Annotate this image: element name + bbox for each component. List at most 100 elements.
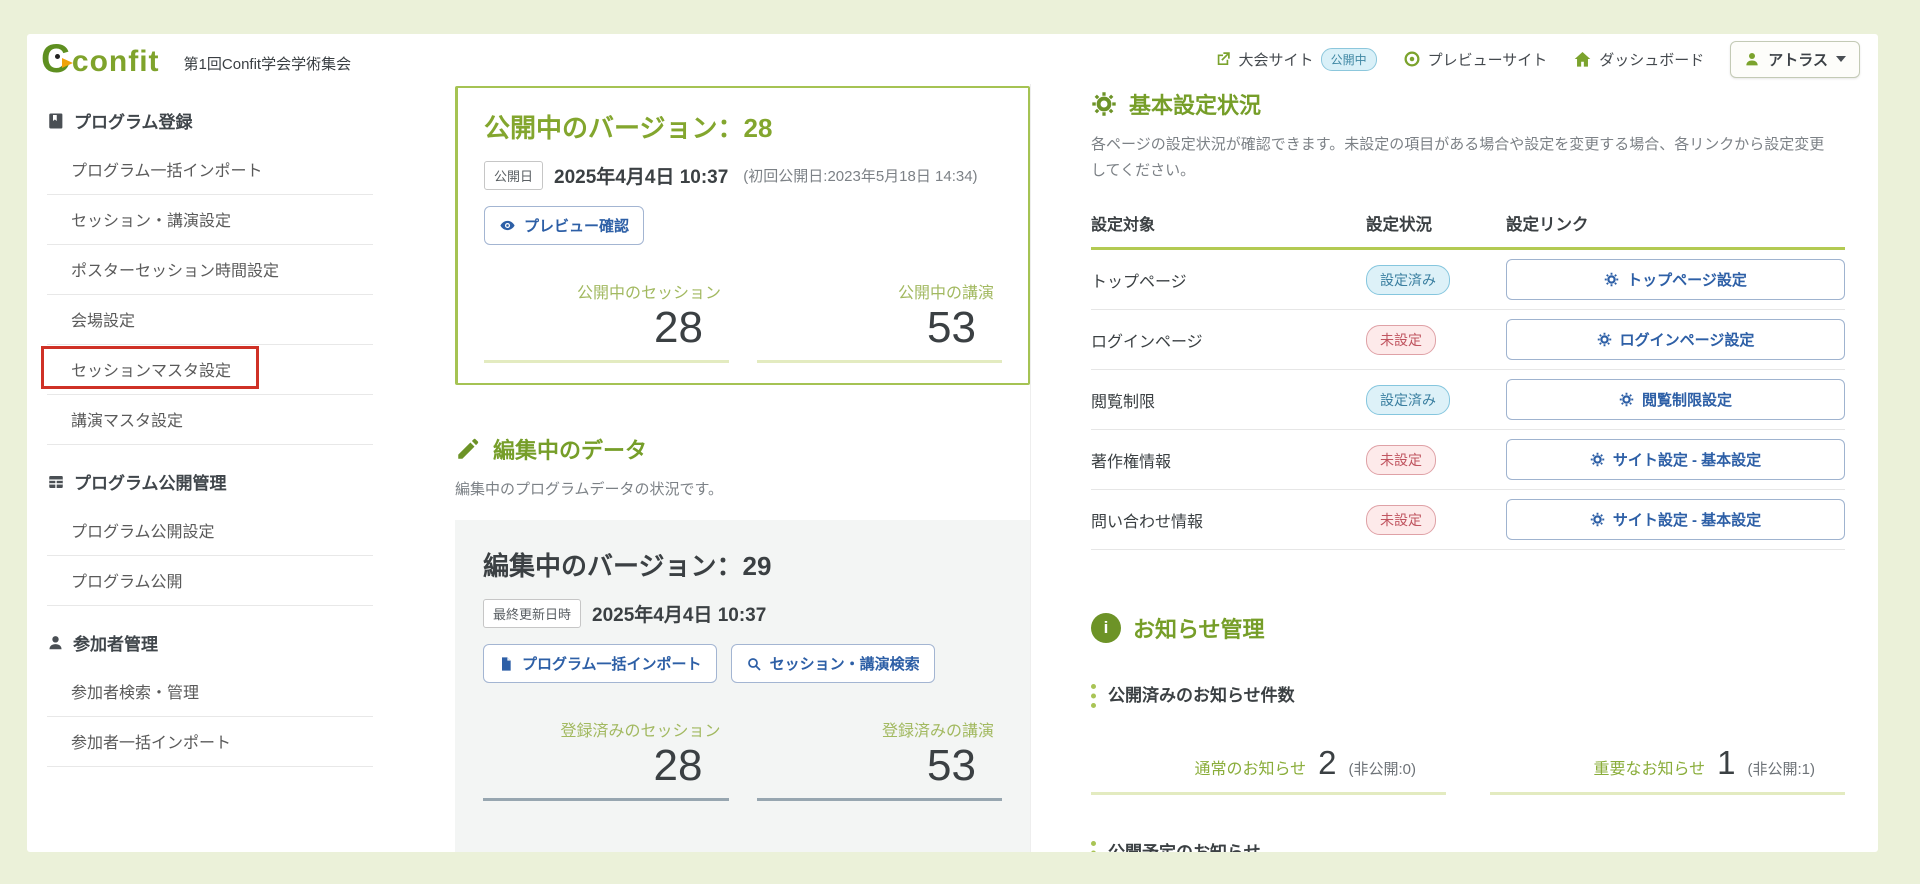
sidebar-section-label: プログラム公開管理 xyxy=(74,474,227,493)
sidebar-item-participant-search[interactable]: 参加者検索・管理 xyxy=(47,667,373,717)
sidebar-item-label: プログラム公開 xyxy=(71,574,183,591)
event-title: 第1回Confit学会学術集会 xyxy=(183,55,352,73)
sidebar-item-participant-bulk-import[interactable]: 参加者一括インポート xyxy=(47,717,373,767)
sidebar-section-title-participants: 参加者管理 xyxy=(47,620,373,667)
user-icon xyxy=(49,636,62,650)
settings-column: 基本設定状況 各ページの設定状況が確認できます。未設定の項目がある場合や設定を変… xyxy=(1030,84,1845,852)
search-icon xyxy=(747,657,761,671)
sidebar-item-venue-settings[interactable]: 会場設定 xyxy=(47,295,373,345)
sidebar-item-session-lecture-settings[interactable]: セッション・講演設定 xyxy=(47,195,373,245)
published-stats: 公開中のセッション 28 公開中の講演 53 xyxy=(484,279,1002,363)
view-restriction-settings-button[interactable]: 閲覧制限設定 xyxy=(1506,379,1845,420)
info-icon: i xyxy=(1091,613,1121,643)
sidebar-item-program-bulk-import[interactable]: プログラム一括インポート xyxy=(47,145,373,195)
conference-site-link[interactable]: 大会サイト 公開中 xyxy=(1214,47,1377,71)
sidebar: プログラム登録 プログラム一括インポート セッション・講演設定 ポスターセッショ… xyxy=(27,82,399,852)
sidebar-section-program-publishing: プログラム公開管理 プログラム公開設定 プログラム公開 xyxy=(47,459,373,606)
preview-site-label: プレビューサイト xyxy=(1427,51,1548,69)
preview-confirm-label: プレビュー確認 xyxy=(524,218,630,235)
session-lecture-search-button[interactable]: セッション・講演検索 xyxy=(730,644,935,684)
account-label: アトラス xyxy=(1768,51,1828,69)
basic-settings-description: 各ページの設定状況が確認できます。未設定の項目がある場合や設定を変更する場合、各… xyxy=(1091,136,1825,179)
sidebar-item-poster-session-time[interactable]: ポスターセッション時間設定 xyxy=(47,245,373,295)
top-page-settings-button[interactable]: トップページ設定 xyxy=(1506,259,1845,300)
important-notices-stat: 重要なお知らせ 1 (非公開:1) xyxy=(1490,744,1845,795)
status-badge-done: 設定済み xyxy=(1366,264,1450,295)
status-badge-done: 設定済み xyxy=(1366,384,1450,415)
status-badge-not-set: 未設定 xyxy=(1366,324,1436,355)
editing-stats: 登録済みのセッション 28 登録済みの講演 53 xyxy=(483,717,1002,801)
sidebar-item-program-publish-settings[interactable]: プログラム公開設定 xyxy=(47,506,373,556)
preview-confirm-button[interactable]: プレビュー確認 xyxy=(484,206,645,245)
notice-stat-note: (非公開:0) xyxy=(1348,760,1416,778)
published-lectures-stat: 公開中の講演 53 xyxy=(757,279,1002,363)
site-basic-settings-button[interactable]: サイト設定 - 基本設定 xyxy=(1506,499,1845,540)
setting-link-label: トップページ設定 xyxy=(1627,272,1747,289)
stat-value: 53 xyxy=(927,741,976,791)
sidebar-item-label: プログラム公開設定 xyxy=(71,524,215,541)
published-notices-heading: 公開済みのお知らせ件数 xyxy=(1091,684,1845,708)
gear-icon xyxy=(1092,92,1116,116)
logo-eye-dot xyxy=(55,54,60,59)
account-menu-button[interactable]: アトラス xyxy=(1730,40,1860,78)
dashboard-link[interactable]: ダッシュボード xyxy=(1573,49,1704,70)
notice-stat-label: 重要なお知らせ xyxy=(1593,760,1706,778)
status-badge-not-set: 未設定 xyxy=(1366,444,1436,475)
sidebar-section-title-program-publishing: プログラム公開管理 xyxy=(47,459,373,506)
sidebar-section-label: 参加者管理 xyxy=(73,635,158,654)
sidebar-item-lecture-master-settings[interactable]: 講演マスタ設定 xyxy=(47,395,373,445)
column-setting-link: 設定リンク xyxy=(1506,216,1589,234)
external-link-icon xyxy=(1217,52,1230,65)
sidebar-item-label: セッション・講演設定 xyxy=(71,213,232,230)
setting-target: 著作権情報 xyxy=(1091,453,1172,471)
scheduled-notices-heading: 公開予定のお知らせ xyxy=(1091,840,1845,852)
app-window: C confit 第1回Confit学会学術集会 大会サイト 公開中 プレビュー… xyxy=(27,34,1878,852)
program-bulk-import-button[interactable]: プログラム一括インポート xyxy=(483,644,717,684)
setting-target: 問い合わせ情報 xyxy=(1091,513,1204,531)
basic-settings-section-label: 基本設定状況 xyxy=(1129,93,1262,118)
table-row-view-restriction: 閲覧制限 設定済み 閲覧制限設定 xyxy=(1091,370,1845,430)
editing-actions-row: プログラム一括インポート セッション・講演検索 xyxy=(483,628,1002,684)
status-badge-not-set: 未設定 xyxy=(1366,504,1436,535)
dashboard-label: ダッシュボード xyxy=(1599,51,1705,69)
sidebar-item-session-master-settings[interactable]: セッションマスタ設定 xyxy=(41,345,373,395)
logo-text: confit xyxy=(71,45,160,78)
editing-data-section-header: 編集中のデータ xyxy=(455,433,1030,465)
pencil-icon xyxy=(458,438,479,459)
normal-notices-stat: 通常のお知らせ 2 (非公開:0) xyxy=(1091,744,1446,795)
gear-icon xyxy=(1590,512,1605,527)
registered-lectures-stat: 登録済みの講演 53 xyxy=(756,717,1002,801)
sidebar-item-label: 講演マスタ設定 xyxy=(71,413,184,430)
login-page-settings-button[interactable]: ログインページ設定 xyxy=(1506,319,1845,360)
eye-icon xyxy=(500,220,515,231)
sidebar-item-label: 参加者検索・管理 xyxy=(71,685,200,702)
setting-link-label: 閲覧制限設定 xyxy=(1641,392,1732,409)
sidebar-item-label: セッションマスタ設定 xyxy=(71,363,232,380)
gear-icon xyxy=(1590,452,1605,467)
gear-icon xyxy=(1604,272,1619,287)
notice-stat-note: (非公開:1) xyxy=(1747,760,1815,778)
sidebar-item-program-publish[interactable]: プログラム公開 xyxy=(47,556,373,606)
table-icon xyxy=(49,475,63,488)
setting-target: トップページ xyxy=(1091,273,1187,291)
publish-date-row: 公開日 2025年4月4日 10:37 (初回公開日:2023年5月18日 14… xyxy=(484,161,1002,190)
notices-section-header: i お知らせ管理 xyxy=(1091,612,1845,644)
settings-status-table: 設定対象 設定状況 設定リンク トップページ 設定済み トップページ設定 ログイ… xyxy=(1091,211,1845,550)
confit-logo[interactable]: C confit xyxy=(41,39,160,79)
site-basic-settings-button[interactable]: サイト設定 - 基本設定 xyxy=(1506,439,1845,480)
notices-section-label: お知らせ管理 xyxy=(1133,617,1265,642)
public-status-badge: 公開中 xyxy=(1320,47,1377,71)
stat-label: 登録済みのセッション xyxy=(560,723,721,741)
last-updated-value: 2025年4月4日 10:37 xyxy=(592,605,767,627)
settings-table-header: 設定対象 設定状況 設定リンク xyxy=(1091,211,1845,250)
conference-site-label: 大会サイト xyxy=(1238,51,1314,69)
table-row-top-page: トップページ 設定済み トップページ設定 xyxy=(1091,250,1845,310)
registered-sessions-stat: 登録済みのセッション 28 xyxy=(483,717,729,801)
table-row-contact-info: 問い合わせ情報 未設定 サイト設定 - 基本設定 xyxy=(1091,490,1845,550)
editing-version-title: 編集中のバージョン：29 xyxy=(483,551,772,582)
table-row-copyright-info: 著作権情報 未設定 サイト設定 - 基本設定 xyxy=(1091,430,1845,490)
main-content: 公開中のバージョン：28 公開日 2025年4月4日 10:37 (初回公開日:… xyxy=(399,82,1878,852)
editing-data-section-label: 編集中のデータ xyxy=(493,437,648,463)
stat-label: 公開中のセッション xyxy=(576,285,721,302)
preview-site-link[interactable]: プレビューサイト xyxy=(1403,49,1548,70)
